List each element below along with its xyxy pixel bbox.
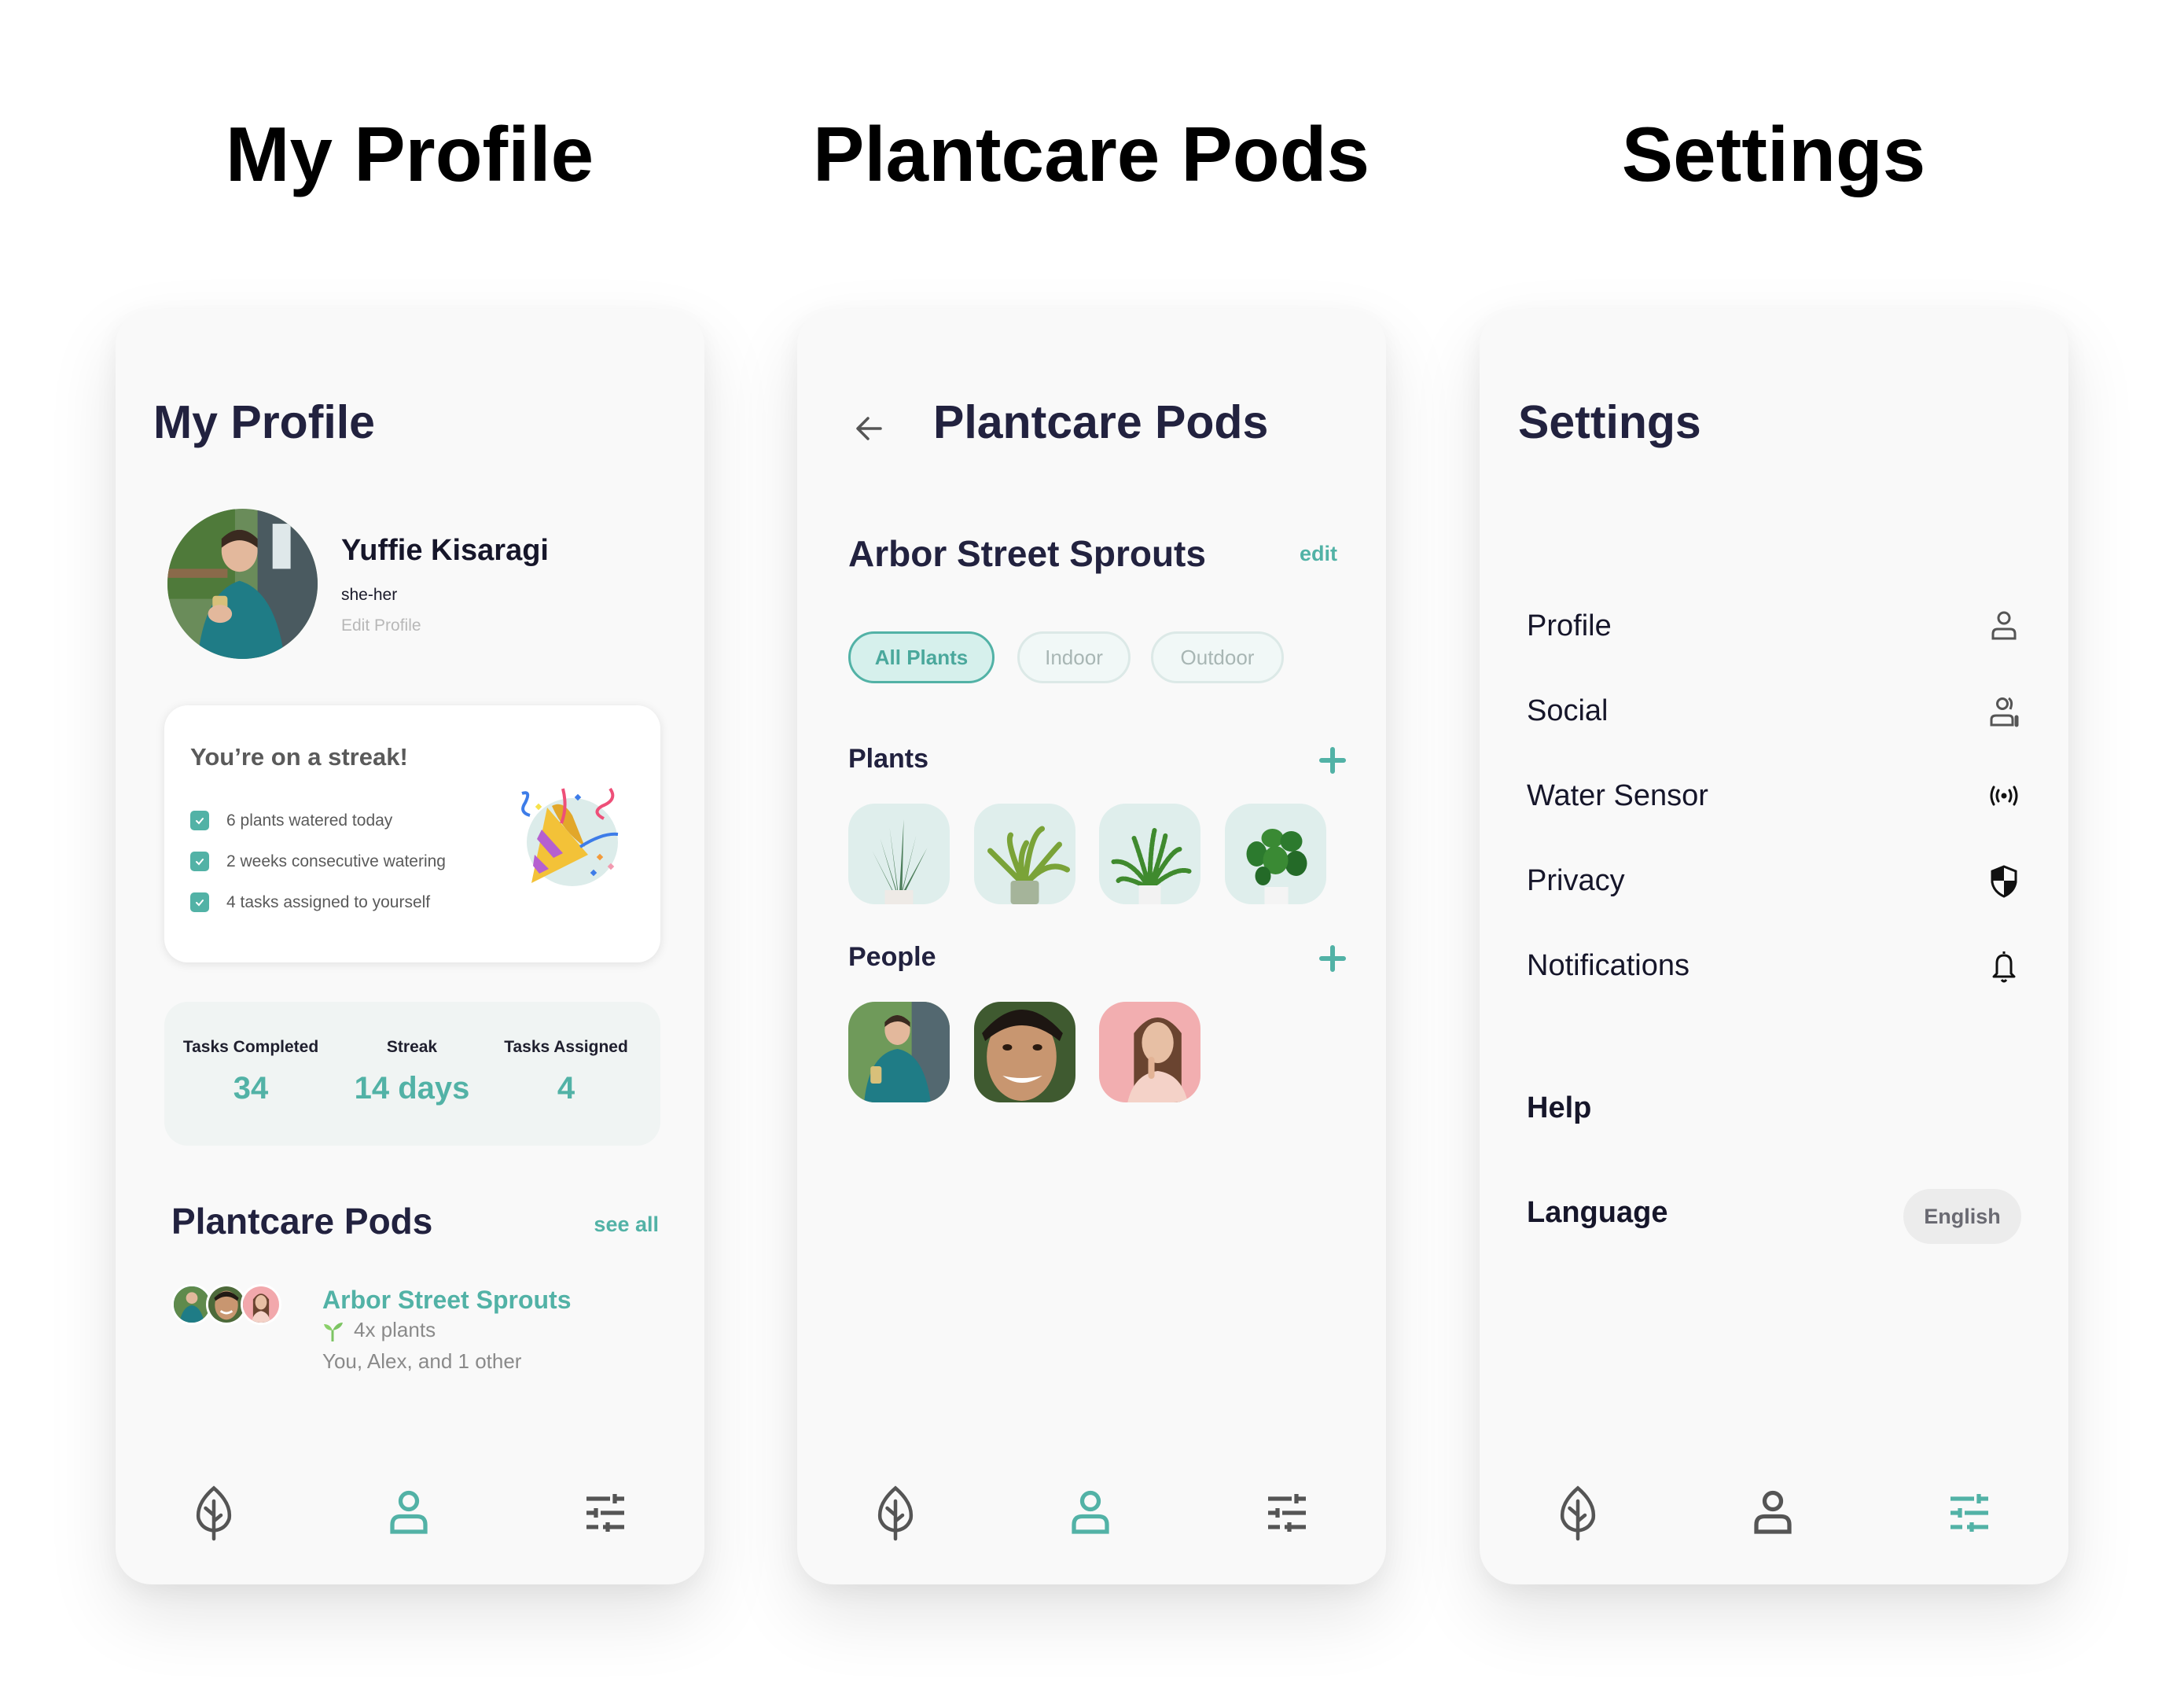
bottom-nav bbox=[1480, 1485, 2068, 1547]
page-title: Settings bbox=[1518, 396, 1701, 448]
nav-profile-person-icon[interactable] bbox=[1068, 1485, 1112, 1541]
pod-name-link[interactable]: Arbor Street Sprouts bbox=[322, 1286, 571, 1315]
person-icon bbox=[1987, 609, 2021, 643]
person-tile[interactable] bbox=[1099, 1002, 1200, 1102]
settings-item-label: Social bbox=[1527, 694, 1609, 727]
nav-settings-sliders-icon[interactable] bbox=[1265, 1485, 1309, 1541]
streak-title: You’re on a streak! bbox=[190, 743, 408, 771]
page-title: My Profile bbox=[153, 396, 375, 448]
stat-label: Tasks Assigned bbox=[504, 1038, 628, 1056]
pod-plant-count: 4x plants bbox=[322, 1318, 436, 1342]
page-title: Plantcare Pods bbox=[933, 396, 1269, 448]
streak-item: 6 plants watered today bbox=[190, 811, 392, 830]
streak-item-text: 2 weeks consecutive watering bbox=[226, 852, 446, 870]
stat-value: 34 bbox=[233, 1071, 269, 1106]
shield-icon bbox=[1987, 863, 2021, 898]
streak-item: 4 tasks assigned to yourself bbox=[190, 892, 430, 912]
back-arrow-icon[interactable] bbox=[852, 411, 887, 446]
language-select[interactable]: English bbox=[1903, 1189, 2021, 1244]
profile-pronouns: she-her bbox=[341, 586, 398, 604]
nav-plants-leaf-icon[interactable] bbox=[192, 1485, 236, 1541]
broadcast-icon bbox=[1987, 778, 2021, 813]
streak-card: You’re on a streak! 6 plants watered tod… bbox=[164, 705, 660, 962]
nav-profile-person-icon[interactable] bbox=[1751, 1485, 1795, 1541]
nav-settings-sliders-icon[interactable] bbox=[1947, 1485, 1991, 1541]
stat-label: Streak bbox=[386, 1038, 438, 1056]
edit-pod-link[interactable]: edit bbox=[1300, 542, 1337, 566]
plantcare-pods-heading: Plantcare Pods bbox=[171, 1201, 433, 1242]
settings-item-privacy[interactable]: Privacy bbox=[1527, 853, 2021, 908]
add-plant-plus-icon[interactable] bbox=[1318, 746, 1347, 775]
bottom-nav bbox=[797, 1485, 1386, 1547]
pod-members-text: You, Alex, and 1 other bbox=[322, 1349, 522, 1373]
filter-chip-all-plants[interactable]: All Plants bbox=[848, 631, 995, 683]
person-tile[interactable] bbox=[848, 1002, 950, 1102]
heading-settings: Settings bbox=[1621, 111, 1926, 197]
my-profile-screen: My Profile Yuffie Kisaragi she-her Edit … bbox=[116, 309, 704, 1584]
plants-heading: Plants bbox=[848, 744, 929, 774]
settings-item-water-sensor[interactable]: Water Sensor bbox=[1527, 768, 2021, 823]
check-icon bbox=[190, 892, 209, 912]
plant-tile-birds-nest-fern[interactable] bbox=[974, 804, 1075, 904]
settings-item-profile[interactable]: Profile bbox=[1527, 598, 2021, 653]
streak-item-text: 6 plants watered today bbox=[226, 811, 393, 830]
add-person-plus-icon[interactable] bbox=[1318, 944, 1347, 973]
stat-value: 14 days bbox=[354, 1071, 470, 1106]
plant-tile-aloe[interactable] bbox=[848, 804, 950, 904]
nav-plants-leaf-icon[interactable] bbox=[1556, 1485, 1600, 1541]
party-popper-icon bbox=[516, 784, 626, 894]
language-label: Language bbox=[1527, 1196, 1668, 1229]
stat-value: 4 bbox=[557, 1071, 575, 1106]
streak-item: 2 weeks consecutive watering bbox=[190, 852, 446, 871]
pod-plants-text: 4x plants bbox=[354, 1318, 436, 1341]
avatar[interactable] bbox=[167, 509, 318, 659]
heading-my-profile: My Profile bbox=[225, 111, 594, 197]
edit-profile-link[interactable]: Edit Profile bbox=[341, 616, 421, 635]
people-icon bbox=[1987, 694, 2021, 728]
streak-item-text: 4 tasks assigned to yourself bbox=[226, 892, 431, 911]
settings-item-notifications[interactable]: Notifications bbox=[1527, 938, 2021, 993]
stat-tasks-assigned: Tasks Assigned 4 bbox=[480, 1038, 653, 1106]
plant-tile-pilea[interactable] bbox=[1225, 804, 1326, 904]
settings-screen: Settings Profile Social Water Sensor Pri… bbox=[1480, 309, 2068, 1584]
stats-panel: Tasks Completed 34 Streak 14 days Tasks … bbox=[164, 1002, 660, 1146]
check-icon bbox=[190, 811, 209, 830]
settings-item-label: Profile bbox=[1527, 609, 1612, 642]
settings-item-label: Privacy bbox=[1527, 863, 1625, 897]
plantcare-pods-screen: Plantcare Pods Arbor Street Sprouts edit… bbox=[797, 309, 1386, 1584]
settings-item-social[interactable]: Social bbox=[1527, 683, 2021, 738]
nav-profile-person-icon[interactable] bbox=[387, 1485, 431, 1541]
check-icon bbox=[190, 852, 209, 871]
nav-settings-sliders-icon[interactable] bbox=[583, 1485, 627, 1541]
heading-plantcare-pods: Plantcare Pods bbox=[812, 111, 1370, 197]
stat-streak: Streak 14 days bbox=[325, 1038, 498, 1106]
pod-name: Arbor Street Sprouts bbox=[848, 533, 1206, 574]
sprout-icon bbox=[322, 1321, 343, 1342]
help-link[interactable]: Help bbox=[1527, 1091, 1591, 1125]
filter-chip-indoor[interactable]: Indoor bbox=[1017, 631, 1131, 683]
bell-icon bbox=[1987, 948, 2021, 983]
people-heading: People bbox=[848, 942, 936, 972]
stat-tasks-completed: Tasks Completed 34 bbox=[164, 1038, 337, 1106]
member-avatar bbox=[241, 1284, 281, 1325]
bottom-nav bbox=[116, 1485, 704, 1547]
see-all-link[interactable]: see all bbox=[594, 1212, 659, 1237]
person-tile[interactable] bbox=[974, 1002, 1075, 1102]
settings-item-label: Water Sensor bbox=[1527, 778, 1708, 812]
filter-chip-outdoor[interactable]: Outdoor bbox=[1151, 631, 1284, 683]
settings-item-label: Notifications bbox=[1527, 948, 1689, 982]
stat-label: Tasks Completed bbox=[182, 1038, 319, 1056]
nav-plants-leaf-icon[interactable] bbox=[873, 1485, 917, 1541]
plant-tile-boston-fern[interactable] bbox=[1099, 804, 1200, 904]
profile-name: Yuffie Kisaragi bbox=[341, 534, 549, 567]
